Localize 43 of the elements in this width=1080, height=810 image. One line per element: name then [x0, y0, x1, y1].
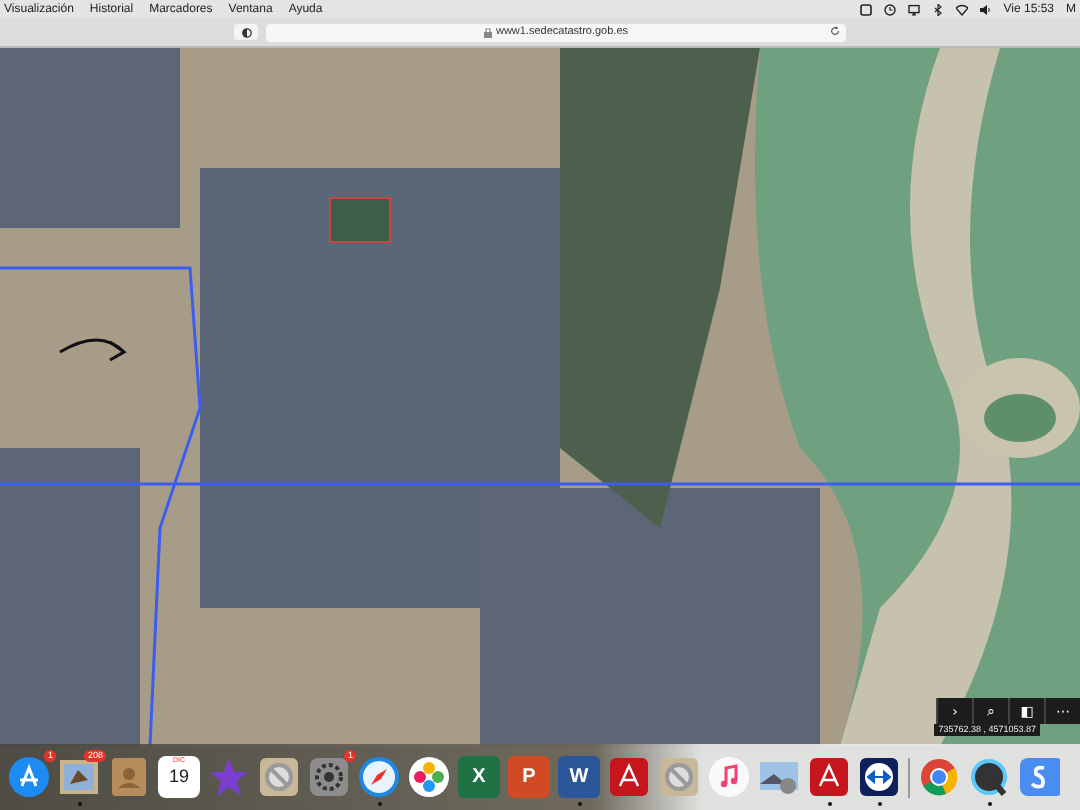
bluetooth-icon[interactable]	[931, 3, 944, 15]
dock-app[interactable]: P	[508, 756, 550, 806]
pdf-app-icon	[608, 756, 650, 798]
dock-app[interactable]: X	[458, 756, 500, 806]
satellite-map-drawing[interactable]	[0, 48, 1080, 746]
running-indicator	[377, 802, 381, 806]
dock-app[interactable]	[968, 756, 1010, 806]
dock-app[interactable]	[858, 756, 900, 806]
gear-icon	[308, 756, 350, 798]
running-indicator	[987, 802, 991, 806]
running-indicator	[77, 802, 81, 806]
browser-icon	[918, 756, 960, 798]
pdf-app-icon	[808, 756, 850, 798]
office-app-icon: X	[458, 756, 500, 798]
q-icon	[968, 756, 1010, 798]
calendar-day: 19	[168, 766, 189, 788]
clock-icon[interactable]	[883, 3, 896, 15]
star-icon	[208, 756, 250, 798]
dock-app[interactable]: W	[558, 756, 600, 806]
s-app-icon	[1018, 756, 1060, 798]
volume-icon[interactable]	[979, 3, 992, 15]
music-note-icon	[708, 756, 750, 798]
dock-app[interactable]	[808, 756, 850, 806]
reader-button[interactable]	[234, 24, 258, 40]
photo-viewer-icon	[758, 756, 800, 798]
flower-icon	[408, 756, 450, 798]
contacts-book-icon	[108, 756, 150, 798]
prohibited-app-icon	[258, 756, 300, 798]
running-indicator	[827, 802, 831, 806]
compass-icon	[358, 756, 400, 798]
reload-icon[interactable]	[830, 26, 840, 36]
wifi-icon[interactable]	[955, 3, 968, 15]
display-icon[interactable]	[859, 3, 872, 15]
running-indicator	[877, 802, 881, 806]
running-indicator	[577, 802, 581, 806]
office-app-icon: P	[508, 756, 550, 798]
office-app-icon: W	[558, 756, 600, 798]
bird-photo-icon	[58, 756, 100, 798]
lock-icon	[483, 27, 492, 37]
airplay-icon[interactable]	[907, 3, 920, 15]
prohibited-app-icon	[658, 756, 700, 798]
contrast-icon	[241, 27, 251, 37]
app-store-icon	[8, 756, 50, 798]
